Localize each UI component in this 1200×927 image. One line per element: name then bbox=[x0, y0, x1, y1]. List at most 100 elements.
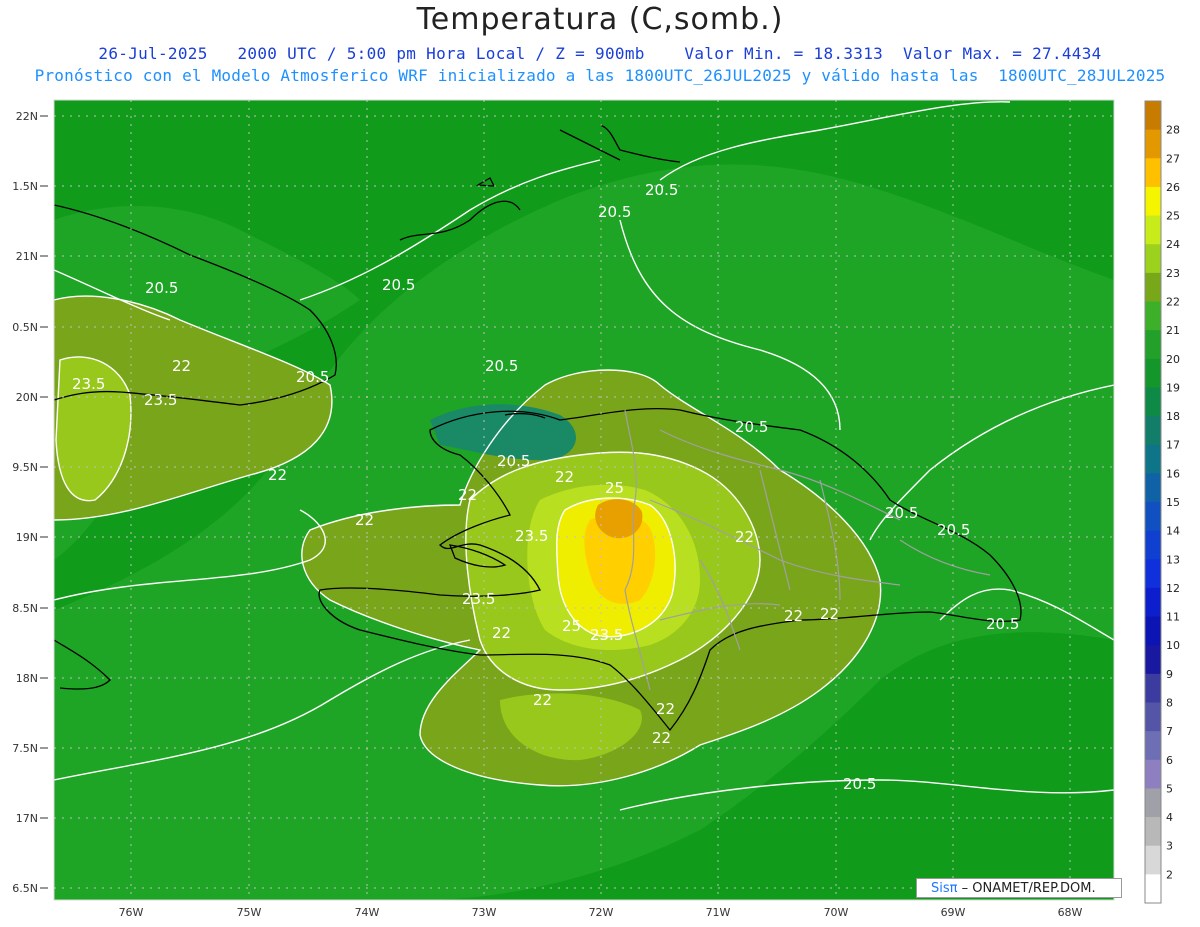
colorbar-label: 3 bbox=[1166, 840, 1173, 853]
contour-label: 23.5 bbox=[72, 375, 105, 393]
colorbar-label: 16 bbox=[1166, 467, 1180, 480]
colorbar-label: 13 bbox=[1166, 553, 1180, 566]
colorbar-label: 6 bbox=[1166, 754, 1173, 767]
contour-label: 23.5 bbox=[590, 626, 623, 644]
lat-label: 18N bbox=[16, 672, 38, 685]
logo-sis-text: Sisπ bbox=[931, 881, 958, 896]
lon-label: 68W bbox=[1058, 906, 1083, 919]
contour-label: 20.5 bbox=[485, 357, 518, 375]
colorbar-label: 4 bbox=[1166, 811, 1173, 824]
latitude-axis: 22N 1.5N 21N 0.5N 20N 9.5N 19N 8.5N 18N … bbox=[12, 110, 38, 895]
colorbar-swatch bbox=[1145, 215, 1161, 245]
colorbar-label: 28 bbox=[1166, 124, 1180, 137]
longitude-axis: 76W 75W 74W 73W 72W 71W 70W 69W 68W bbox=[119, 906, 1083, 919]
contour-label: 22 bbox=[355, 511, 374, 529]
colorbar-label: 17 bbox=[1166, 439, 1180, 452]
contour-label: 22 bbox=[458, 486, 477, 504]
colorbar-swatch bbox=[1145, 444, 1161, 474]
lon-label: 76W bbox=[119, 906, 144, 919]
colorbar-swatch bbox=[1145, 530, 1161, 560]
contour-label: 22 bbox=[533, 691, 552, 709]
contour-label: 22 bbox=[784, 607, 803, 625]
colorbar-swatch bbox=[1145, 759, 1161, 789]
colorbar-label: 27 bbox=[1166, 152, 1180, 165]
sispi-logo: Sisπ – ONAMET/REP.DOM. bbox=[916, 878, 1122, 898]
lat-label: 19N bbox=[16, 531, 38, 544]
colorbar-swatch bbox=[1145, 616, 1161, 646]
contour-label: 22 bbox=[555, 468, 574, 486]
colorbar-label: 9 bbox=[1166, 668, 1173, 681]
lat-label: 22N bbox=[16, 110, 38, 123]
colorbar-swatch bbox=[1145, 731, 1161, 761]
lon-label: 75W bbox=[237, 906, 262, 919]
contour-label: 22 bbox=[735, 528, 754, 546]
colorbar-swatch bbox=[1145, 788, 1161, 818]
lat-label: 21N bbox=[16, 250, 38, 263]
colorbar-swatch bbox=[1145, 502, 1161, 532]
lat-label: 20N bbox=[16, 391, 38, 404]
colorbar-label: 20 bbox=[1166, 353, 1180, 366]
contour-label: 23.5 bbox=[515, 527, 548, 545]
colorbar-label: 15 bbox=[1166, 496, 1180, 509]
contour-label: 20.5 bbox=[296, 368, 329, 386]
contour-label: 20.5 bbox=[645, 181, 678, 199]
contour-label: 20.5 bbox=[843, 775, 876, 793]
colorbar-swatch bbox=[1145, 645, 1161, 675]
colorbar-label: 12 bbox=[1166, 582, 1180, 595]
colorbar-label: 24 bbox=[1166, 238, 1180, 251]
colorbar-swatch bbox=[1145, 473, 1161, 503]
contour-label: 20.5 bbox=[145, 279, 178, 297]
contour-label: 20.5 bbox=[937, 521, 970, 539]
colorbar-swatch bbox=[1145, 129, 1161, 159]
contour-label: 20.5 bbox=[735, 418, 768, 436]
contour-label: 23.5 bbox=[462, 590, 495, 608]
contour-label: 20.5 bbox=[497, 452, 530, 470]
lat-label: 7.5N bbox=[12, 742, 38, 755]
lon-label: 73W bbox=[472, 906, 497, 919]
contour-label: 22 bbox=[652, 729, 671, 747]
colorbar-swatch bbox=[1145, 272, 1161, 302]
contour-label: 22 bbox=[656, 700, 675, 718]
colorbar-swatch bbox=[1145, 702, 1161, 732]
lat-label: 6.5N bbox=[12, 882, 38, 895]
lon-label: 70W bbox=[824, 906, 849, 919]
lon-label: 71W bbox=[706, 906, 731, 919]
lon-label: 74W bbox=[355, 906, 380, 919]
colorbar-swatch bbox=[1145, 158, 1161, 188]
colorbar-swatch bbox=[1145, 874, 1161, 904]
colorbar-swatch bbox=[1145, 186, 1161, 217]
colorbar-swatch bbox=[1145, 244, 1161, 274]
contour-label: 20.5 bbox=[598, 203, 631, 221]
contour-label: 25 bbox=[562, 617, 581, 635]
colorbar-swatch bbox=[1145, 387, 1161, 417]
colorbar-swatch bbox=[1145, 817, 1161, 847]
colorbar-swatch bbox=[1145, 358, 1161, 388]
colorbar-swatch bbox=[1145, 673, 1161, 703]
lat-label: 9.5N bbox=[12, 461, 38, 474]
colorbar-label: 26 bbox=[1166, 181, 1180, 194]
colorbar-swatch bbox=[1145, 587, 1161, 618]
colorbar-label: 25 bbox=[1166, 210, 1180, 223]
lat-label: 0.5N bbox=[12, 321, 38, 334]
colorbar-label: 8 bbox=[1166, 697, 1173, 710]
colorbar-swatch bbox=[1145, 301, 1161, 331]
lon-label: 72W bbox=[589, 906, 614, 919]
lat-label: 8.5N bbox=[12, 602, 38, 615]
contour-label: 20.5 bbox=[885, 504, 918, 522]
colorbar-label: 14 bbox=[1166, 525, 1180, 538]
colorbar-swatch bbox=[1145, 101, 1161, 131]
contour-label: 23.5 bbox=[144, 391, 177, 409]
colorbar-swatch bbox=[1145, 559, 1161, 589]
colorbar-swatch bbox=[1145, 416, 1161, 446]
contour-label: 25 bbox=[605, 479, 624, 497]
contour-label: 20.5 bbox=[986, 615, 1019, 633]
colorbar-label: 11 bbox=[1166, 611, 1180, 624]
colorbar-label: 5 bbox=[1166, 782, 1173, 795]
colorbar-label: 21 bbox=[1166, 324, 1180, 337]
lat-label: 1.5N bbox=[12, 180, 38, 193]
colorbar: 2827262524232221201918171615141312111098… bbox=[1144, 100, 1180, 904]
contour-label: 22 bbox=[492, 624, 511, 642]
colorbar-label: 7 bbox=[1166, 725, 1173, 738]
lon-label: 69W bbox=[941, 906, 966, 919]
contour-label: 22 bbox=[172, 357, 191, 375]
